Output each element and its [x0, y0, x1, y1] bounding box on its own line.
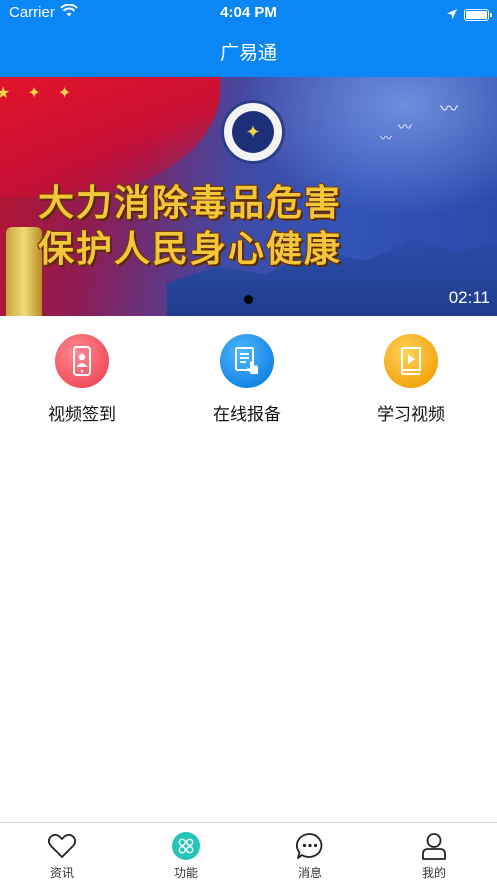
chat-bubble-icon [295, 831, 325, 861]
study-video-button[interactable]: 学习视频 [351, 334, 471, 425]
tab-label: 消息 [297, 866, 322, 880]
phone-user-icon [55, 334, 109, 388]
tab-functions[interactable]: 功能 [146, 831, 226, 881]
location-arrow-icon [446, 5, 458, 24]
document-touch-icon [220, 334, 274, 388]
tab-profile[interactable]: 我的 [394, 831, 474, 881]
feature-label: 视频签到 [48, 405, 116, 425]
video-checkin-button[interactable]: 视频签到 [22, 334, 142, 425]
tab-messages[interactable]: 消息 [270, 831, 350, 881]
video-duration: 02:11 [448, 288, 490, 307]
carousel-page-indicator[interactable] [244, 295, 253, 304]
feature-label: 学习视频 [377, 405, 445, 425]
tab-label: 功能 [173, 866, 198, 880]
person-icon [419, 831, 449, 861]
dove-icon: 〰 [380, 131, 393, 145]
dove-icon: 〰 [440, 99, 458, 120]
tab-label: 资讯 [49, 866, 74, 880]
status-bar: Carrier 4:04 PM [0, 0, 497, 26]
feature-grid: 视频签到 在线报备 学习视频 [0, 316, 497, 426]
battery-icon [464, 8, 492, 21]
tab-label: 我的 [421, 866, 446, 880]
bottom-tab-bar: 资讯 功能 消息 我的 [0, 822, 497, 883]
status-time: 4:04 PM [220, 4, 277, 21]
banner-slogan-line2: 保护人民身心健康 [38, 229, 343, 270]
tab-news[interactable]: 资讯 [22, 831, 102, 881]
feature-label: 在线报备 [213, 405, 281, 425]
status-right [446, 5, 492, 24]
page-title: 广易通 [219, 42, 277, 64]
video-book-icon [384, 334, 438, 388]
emblem-logo: ✦ [221, 100, 285, 164]
heart-icon [47, 831, 77, 861]
banner-carousel[interactable]: ★ ✦ ✦ ✦ 〰 〰 〰 大力消除毒品危害 保护人民身心健康 [0, 77, 497, 316]
banner-slogan-line1: 大力消除毒品危害 [38, 183, 343, 224]
dove-icon: 〰 [398, 120, 412, 136]
online-report-button[interactable]: 在线报备 [187, 334, 307, 425]
grid-icon [171, 831, 201, 861]
app-header: Carrier 4:04 PM 广易通 [0, 0, 497, 77]
pillar-graphic [6, 227, 42, 316]
